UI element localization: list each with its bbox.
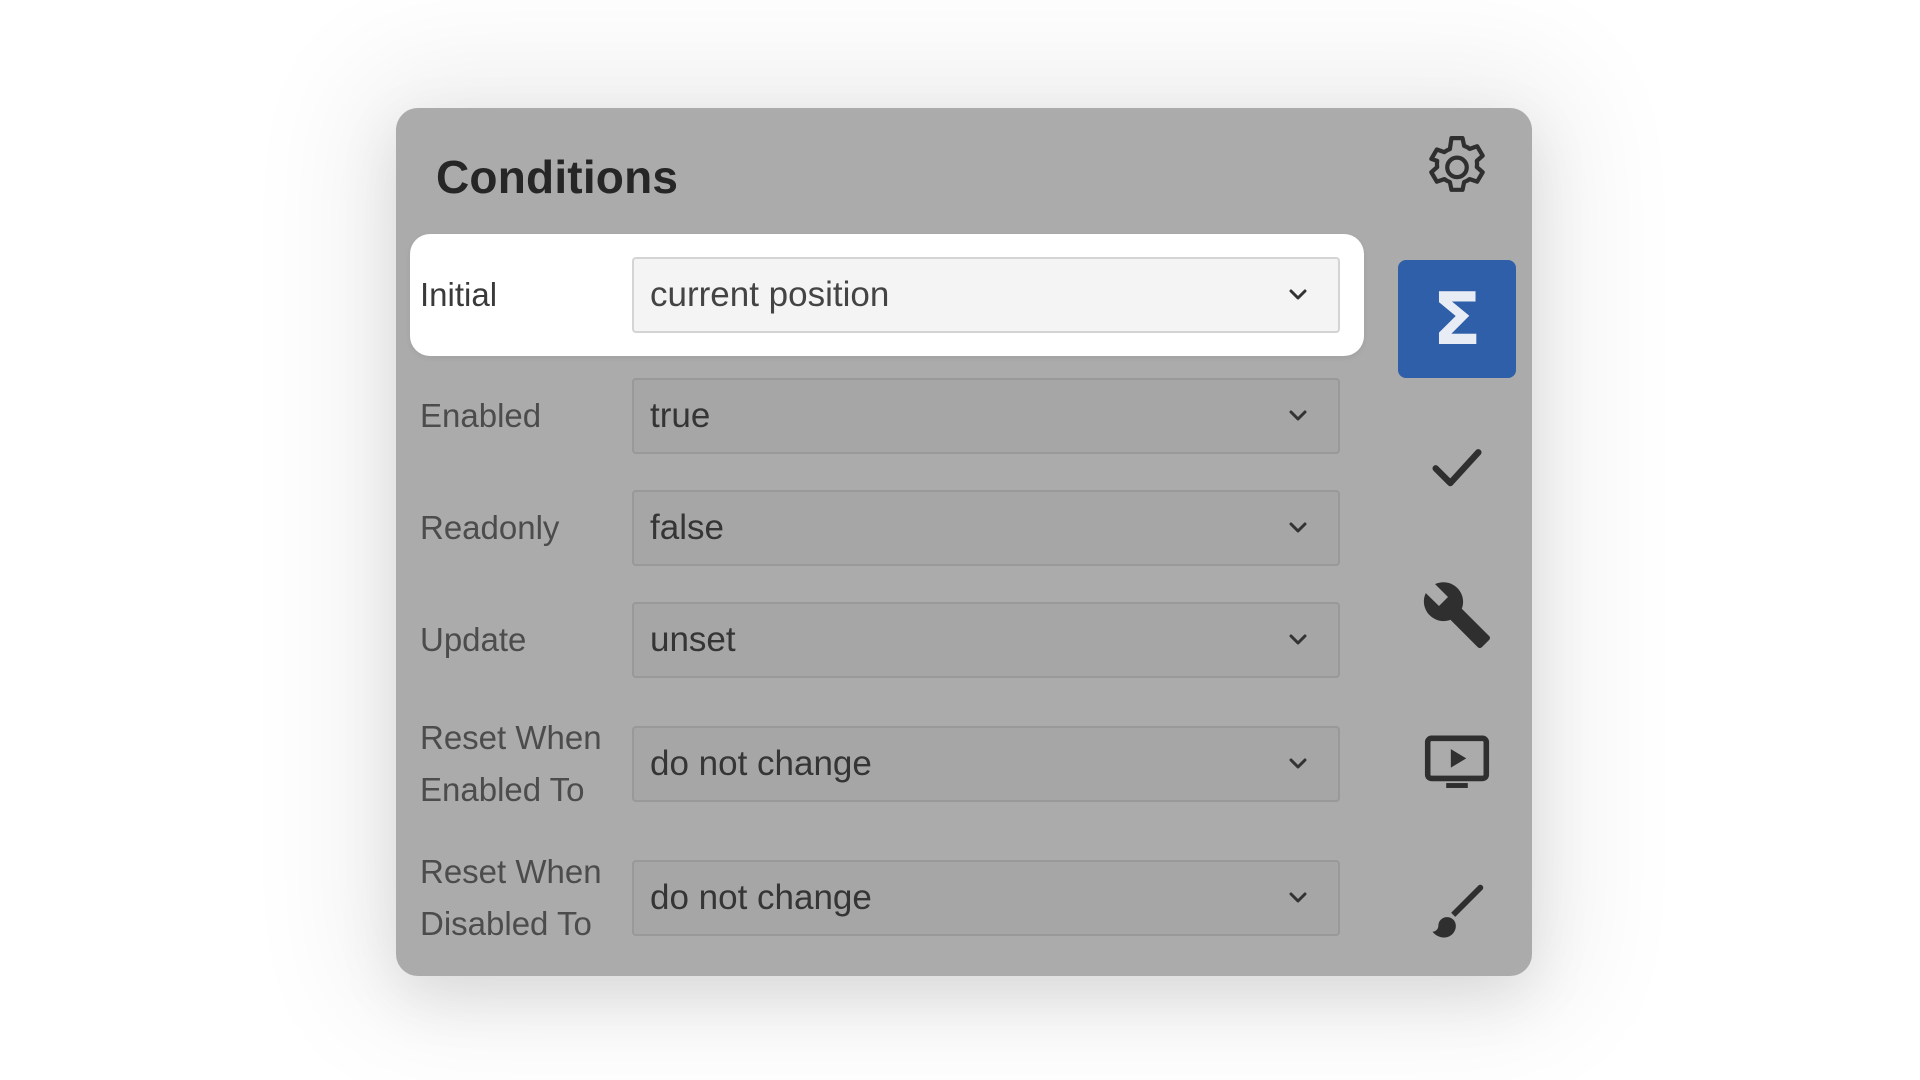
chevron-down-icon	[1289, 758, 1307, 769]
initial-label: Initial	[420, 276, 498, 313]
enabled-select[interactable]: true	[632, 378, 1340, 454]
checkmark-icon	[1432, 449, 1482, 487]
reset-enabled-label-line2: Enabled To	[420, 771, 585, 808]
chevron-down-icon	[1289, 410, 1307, 421]
row-initial: Initial current position	[410, 234, 1364, 356]
row-readonly: Readonly false	[410, 480, 1364, 576]
row-enabled: Enabled true	[410, 368, 1364, 464]
preview-button[interactable]	[1398, 704, 1516, 822]
reset-disabled-label: Reset When Disabled To	[420, 846, 602, 950]
reset-disabled-select[interactable]: do not change	[632, 860, 1340, 936]
brush-icon	[1432, 884, 1484, 938]
enabled-label: Enabled	[420, 397, 542, 434]
update-label: Update	[420, 621, 527, 658]
panel-title: Conditions	[436, 151, 679, 203]
chevron-down-icon	[1289, 522, 1307, 533]
reset-enabled-value: do not change	[650, 744, 872, 783]
chevron-down-icon	[1289, 892, 1307, 903]
initial-value: current position	[650, 275, 890, 314]
readonly-select[interactable]: false	[632, 490, 1340, 566]
reset-enabled-select[interactable]: do not change	[632, 726, 1340, 802]
reset-enabled-label-line1: Reset When	[420, 719, 602, 756]
update-value: unset	[650, 620, 736, 659]
gear-icon[interactable]	[1418, 130, 1496, 208]
wrench-button[interactable]	[1398, 556, 1516, 674]
enabled-value: true	[650, 396, 711, 435]
update-select[interactable]: unset	[632, 602, 1340, 678]
style-button[interactable]	[1398, 852, 1516, 970]
row-update: Update unset	[410, 592, 1364, 688]
readonly-value: false	[650, 508, 724, 547]
readonly-label: Readonly	[420, 509, 560, 546]
sigma-button[interactable]: Σ	[1398, 260, 1516, 378]
initial-select[interactable]: current position	[632, 257, 1340, 333]
chevron-down-icon	[1289, 289, 1307, 300]
reset-disabled-label-line2: Disabled To	[420, 905, 592, 942]
row-reset-when-disabled: Reset When Disabled To do not change	[410, 836, 1364, 960]
chevron-down-icon	[1289, 634, 1307, 645]
reset-enabled-label: Reset When Enabled To	[420, 712, 602, 816]
checkmark-button[interactable]	[1398, 408, 1516, 526]
reset-disabled-value: do not change	[650, 878, 872, 917]
row-reset-when-enabled: Reset When Enabled To do not change	[410, 702, 1364, 826]
sigma-icon: Σ	[1432, 277, 1482, 361]
conditions-panel: Conditions Initial current position Enab…	[396, 108, 1532, 976]
wrench-icon	[1423, 582, 1490, 648]
reset-disabled-label-line1: Reset When	[420, 853, 602, 890]
play-screen-icon	[1424, 735, 1490, 788]
